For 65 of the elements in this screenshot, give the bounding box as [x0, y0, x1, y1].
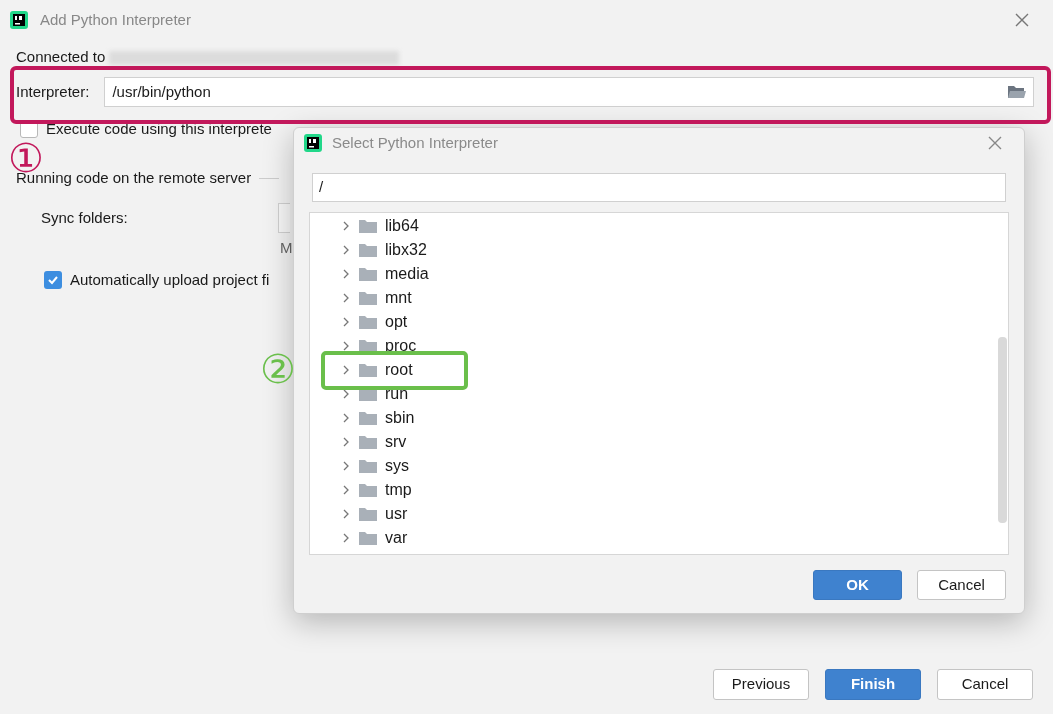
chevron-icon[interactable]	[341, 268, 351, 280]
folder-icon	[359, 483, 377, 497]
path-text: /	[319, 177, 324, 198]
connected-label: Connected to	[16, 46, 106, 67]
chevron-icon[interactable]	[341, 412, 351, 424]
tree-item[interactable]: root	[385, 358, 413, 382]
folder-icon	[359, 435, 377, 449]
hint-text: M	[280, 239, 293, 256]
tree-item[interactable]: var	[385, 526, 408, 550]
folder-icon	[359, 363, 377, 377]
tree-item[interactable]: mnt	[385, 286, 412, 310]
button[interactable]: Cancel	[937, 669, 1033, 700]
chevron-icon[interactable]	[341, 460, 351, 472]
tree-item[interactable]: run	[385, 382, 409, 406]
checkbox-label: Execute code using this interprete	[46, 118, 272, 139]
tree-item[interactable]: libx32	[385, 238, 427, 262]
primary-button[interactable]: Finish	[825, 669, 921, 700]
folder-icon	[359, 411, 377, 425]
path-field[interactable]: /	[312, 173, 1006, 202]
tree-item[interactable]: srv	[385, 430, 407, 454]
folder-icon	[359, 459, 377, 473]
field-label: Sync folders:	[41, 207, 128, 228]
chevron-icon[interactable]	[341, 340, 351, 352]
chevron-icon[interactable]	[341, 436, 351, 448]
chevron-icon[interactable]	[341, 364, 351, 376]
folder-icon	[359, 531, 377, 545]
annotation-number: ②	[260, 347, 296, 391]
folder-icon[interactable]	[1007, 84, 1027, 100]
chevron-icon[interactable]	[341, 508, 351, 520]
checkbox[interactable]	[44, 271, 62, 289]
tree-item[interactable]: sbin	[385, 406, 415, 430]
tree-item[interactable]: media	[385, 262, 429, 286]
input-field[interactable]: /usr/bin/python	[104, 77, 1034, 107]
tree-item[interactable]: lib64	[385, 214, 419, 238]
window-title: Add Python Interpreter	[40, 9, 191, 30]
folder-icon	[359, 291, 377, 305]
app-icon	[10, 11, 28, 29]
input-field[interactable]	[277, 203, 290, 233]
chevron-icon[interactable]	[341, 244, 351, 256]
chevron-icon[interactable]	[341, 532, 351, 544]
chevron-icon[interactable]	[341, 292, 351, 304]
tree-item[interactable]: proc	[385, 334, 417, 358]
folder-icon	[359, 243, 377, 257]
dialog-title: Select Python Interpreter	[332, 132, 498, 153]
close-icon[interactable]	[988, 136, 1002, 150]
app-icon	[304, 134, 322, 152]
tree-item[interactable]: tmp	[385, 478, 412, 502]
folder-icon	[359, 267, 377, 281]
chevron-icon[interactable]	[341, 316, 351, 328]
folder-icon	[359, 507, 377, 521]
tree-item[interactable]: sys	[385, 454, 409, 478]
chevron-icon[interactable]	[341, 388, 351, 400]
field-label: Interpreter:	[16, 81, 90, 102]
folder-icon	[359, 219, 377, 233]
chevron-icon[interactable]	[341, 220, 351, 232]
tree-item[interactable]: usr	[385, 502, 408, 526]
button[interactable]: Cancel	[917, 570, 1006, 600]
tree-item[interactable]: opt	[385, 310, 408, 334]
button[interactable]: Previous	[713, 669, 809, 700]
primary-button[interactable]: OK	[813, 570, 902, 600]
scrollbar-thumb[interactable]	[998, 337, 1007, 523]
close-icon[interactable]	[1015, 13, 1029, 27]
folder-icon	[359, 315, 377, 329]
checkbox-label: Automatically upload project fi	[70, 269, 270, 290]
chevron-icon[interactable]	[341, 484, 351, 496]
